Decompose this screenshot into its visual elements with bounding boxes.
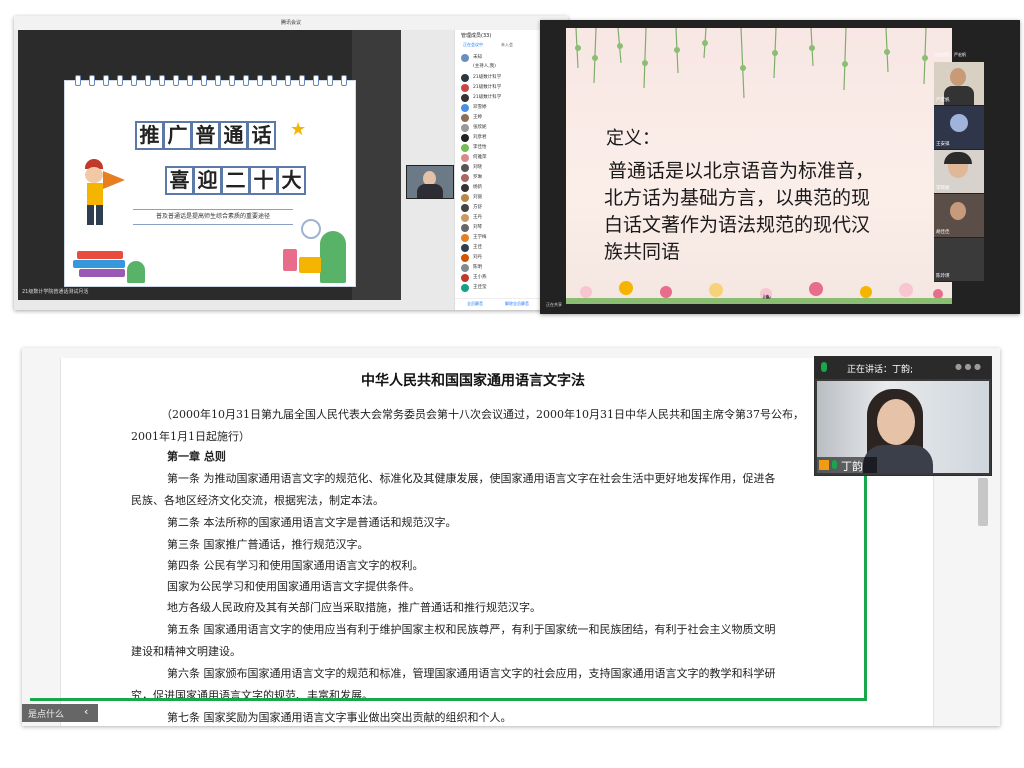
document-line: （2000年10月31日第九届全国人民代表大会常务委员会第十八次会议通过，200… <box>161 408 804 421</box>
video-tile[interactable]: 陈玲瑛 <box>934 238 984 282</box>
speaker-name: 丁韵 <box>841 460 863 473</box>
title-char: 推 <box>135 121 164 150</box>
title-char: 广 <box>163 121 192 150</box>
tab-in-meeting[interactable]: 正在会议中 <box>463 42 483 48</box>
video-tiles: 严宏帆 王安祺 李晓丽 胡佳佳 陈玲瑛 <box>934 62 984 308</box>
books-illustration <box>73 251 133 283</box>
title-char: 普 <box>191 121 220 150</box>
title-char: 十 <box>249 166 278 195</box>
speaker-header: 正在讲话：丁韵; ● ● ● <box>815 357 991 379</box>
meeting-screenshot-3: 中华人民共和国国家通用语言文字法 （2000年10月31日第九届全国人民代表大会… <box>22 348 1000 726</box>
sharing-status: 正在共享 <box>546 302 562 307</box>
self-video-thumbnail[interactable] <box>406 165 454 199</box>
bottom-left-panel[interactable]: 是点什么 ‹ <box>22 704 98 722</box>
pencil-cup-illustration <box>283 249 297 271</box>
slide-subtitle: 普及普通话是提高师生综合素质的重要途径 <box>133 209 293 225</box>
document-line: 2001年1月1日起施行） <box>131 430 250 443</box>
speaker-name-tag: 丁韵 <box>817 457 877 473</box>
cartoon-boy-illustration <box>79 159 127 231</box>
definition-line: 族共同语 <box>604 241 681 263</box>
tab-not-joined[interactable]: 未入会 <box>501 42 513 48</box>
title-char: 迎 <box>193 166 222 195</box>
microphone-icon <box>832 460 837 469</box>
meeting-screenshot-2: 定义： 普通话是以北京语音为标准音， 北方话为基础方言，以典范的现 白话文著作为… <box>540 20 1020 314</box>
binder-rings <box>75 75 347 86</box>
more-options-icon[interactable]: ● ● ● <box>955 362 981 371</box>
bottom-left-label: 是点什么 <box>28 710 65 720</box>
plant-illustration <box>127 261 145 283</box>
participant-list-title: 管理成员(33) <box>461 33 492 39</box>
clock-icon <box>301 219 321 239</box>
scrollbar-thumb[interactable] <box>978 478 988 526</box>
promo-slide: 推 广 普 通 话 喜 迎 二 十 大 ★ 普及普通话是提高师生综合素质的重要途… <box>64 75 356 287</box>
speaking-indicator: 正在讲话：严宏帆 <box>934 52 966 57</box>
definition-line: 北方话为基础方言，以典范的现 <box>604 187 871 209</box>
vines-decoration <box>575 28 928 99</box>
face-shape <box>877 399 915 445</box>
title-char: 二 <box>221 166 250 195</box>
annotation-highlight <box>30 476 867 701</box>
meeting-screenshot-1: 腾讯会议 推 广 普 通 话 喜 迎 二 十 大 ★ 普及普通话是提高师生综合素… <box>14 16 568 310</box>
plant-illustration <box>320 231 346 283</box>
star-icon: ★ <box>290 119 307 140</box>
definition-label: 定义： <box>606 128 660 149</box>
speaker-video-box[interactable]: 正在讲话：丁韵; ● ● ● 丁韵 <box>814 356 992 476</box>
butterfly-icon: ❧ <box>762 290 773 304</box>
megaphone-icon <box>103 171 125 189</box>
title-char: 话 <box>247 121 276 150</box>
chapter-heading: 第一章 总则 <box>167 450 226 463</box>
definition-slide: 定义： 普通话是以北京语音为标准音， 北方话为基础方言，以典范的现 白话文著作为… <box>566 28 952 304</box>
user-icon <box>819 460 829 470</box>
video-tile[interactable]: 王安祺 <box>934 106 984 150</box>
window-title: 腾讯会议 <box>14 16 568 30</box>
microphone-icon <box>821 362 827 372</box>
video-tile[interactable]: 严宏帆 <box>934 62 984 106</box>
document-line: 第七条 国家奖励为国家通用语言文字事业做出突出贡献的组织和个人。 <box>167 711 512 724</box>
document-title: 中华人民共和国国家通用语言文字法 <box>361 373 585 389</box>
title-char: 喜 <box>165 166 194 195</box>
title-char: 通 <box>219 121 248 150</box>
share-caption: 21级数计学院普通话测试月活 <box>22 289 89 295</box>
body-shape <box>417 184 443 198</box>
video-tile[interactable]: 李晓丽 <box>934 150 984 194</box>
title-char: 大 <box>277 166 306 195</box>
collapse-chevron-icon[interactable]: ‹ <box>84 705 88 718</box>
video-tile[interactable]: 胡佳佳 <box>934 194 984 238</box>
flowers-decoration <box>566 281 952 304</box>
definition-line: 普通话是以北京语音为标准音， <box>608 160 875 182</box>
unmute-all-button[interactable]: 解除全员静音 <box>505 301 529 307</box>
shared-screen-stage: 推 广 普 通 话 喜 迎 二 十 大 ★ 普及普通话是提高师生综合素质的重要途… <box>18 30 454 300</box>
mute-all-button[interactable]: 全员静音 <box>467 301 483 307</box>
stage-side-strip <box>352 30 401 300</box>
speaking-label: 正在讲话：丁韵; <box>847 365 914 375</box>
definition-line: 白话文著作为语法规范的现代汉 <box>604 214 871 236</box>
notebook-illustration <box>299 257 321 273</box>
